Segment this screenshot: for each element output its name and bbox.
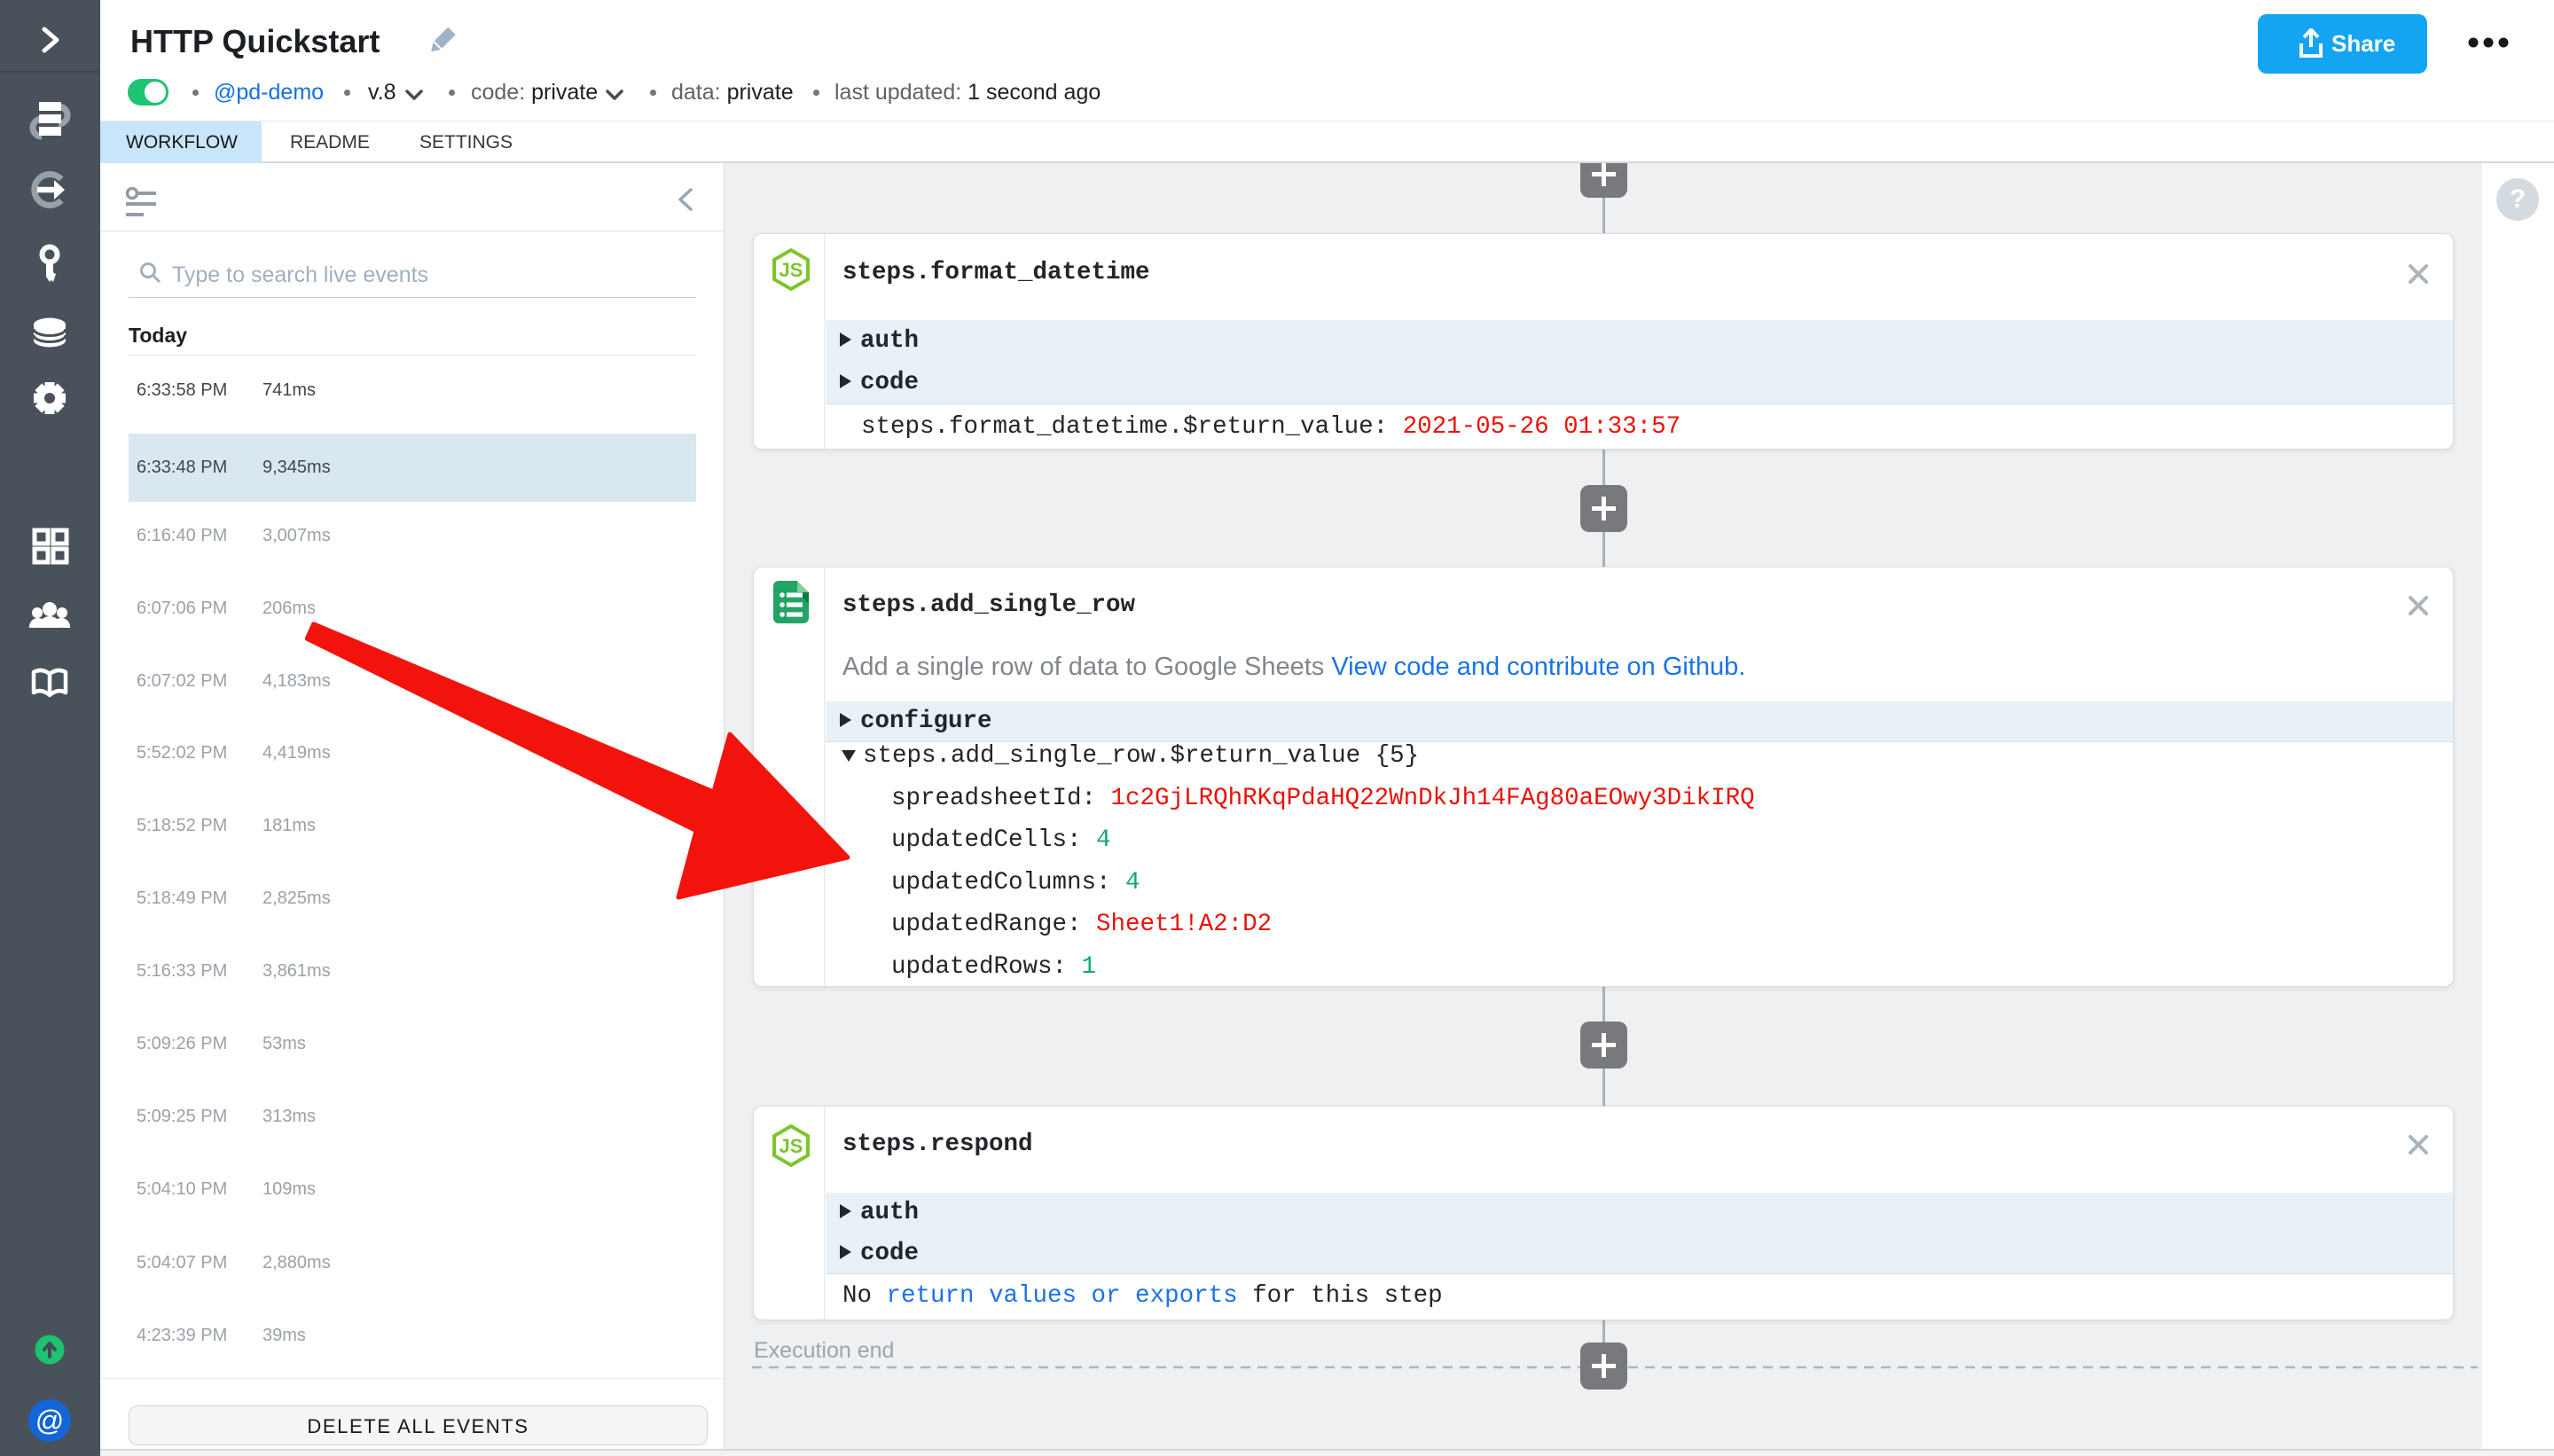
svg-text:JS: JS xyxy=(780,1135,803,1157)
svg-text:@: @ xyxy=(35,1405,64,1436)
svg-text:JS: JS xyxy=(780,259,803,281)
